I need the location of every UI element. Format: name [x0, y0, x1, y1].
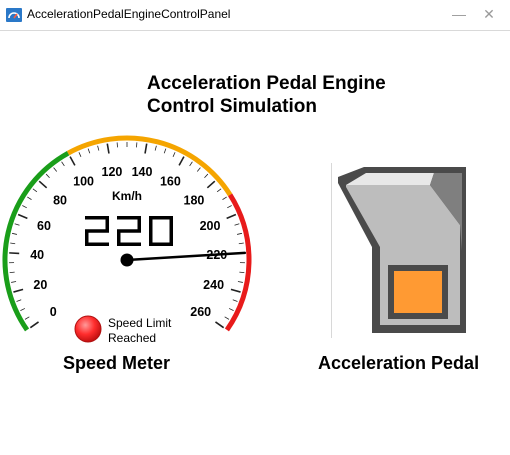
tick-label: 180	[184, 193, 205, 207]
minor-tick	[228, 308, 234, 311]
major-tick	[9, 252, 20, 255]
speed-limit-led	[74, 315, 102, 343]
minor-tick	[224, 316, 230, 320]
app-gauge-icon	[6, 8, 22, 22]
minor-tick	[16, 299, 22, 302]
major-tick	[17, 213, 28, 220]
tick-label: 80	[53, 193, 67, 207]
tick-label: 140	[132, 165, 153, 179]
readout-digit	[85, 216, 109, 246]
minor-tick	[10, 242, 16, 245]
minor-tick	[238, 242, 244, 245]
minor-tick	[9, 271, 15, 274]
major-tick	[38, 180, 48, 189]
major-tick	[206, 180, 216, 189]
page-title-line2: Control Simulation	[147, 96, 317, 117]
minor-tick	[154, 145, 157, 151]
minor-tick	[204, 173, 209, 178]
minor-tick	[14, 223, 20, 226]
minor-tick	[22, 205, 27, 209]
minor-tick	[216, 188, 222, 193]
major-tick	[215, 321, 225, 329]
needle-hub	[120, 253, 134, 267]
major-tick	[13, 288, 24, 293]
tick-label: 20	[33, 278, 47, 292]
page-title-line1: Acceleration Pedal Engine	[147, 73, 386, 94]
readout-digit	[149, 216, 173, 246]
minor-tick	[32, 188, 38, 193]
window-title: AccelerationPedalEngineControlPanel	[27, 7, 231, 21]
major-tick	[230, 288, 241, 293]
speed-unit-label: Km/h	[112, 189, 142, 203]
major-tick	[69, 156, 76, 166]
major-tick	[144, 143, 148, 154]
minor-tick	[11, 281, 17, 283]
speed-limit-indicator: Speed Limit Reached	[74, 315, 172, 345]
tick-label: 120	[102, 165, 123, 179]
minor-tick	[232, 299, 238, 302]
minor-tick	[20, 308, 26, 311]
minor-tick	[11, 232, 18, 235]
minor-tick	[45, 173, 50, 178]
speed-zone-arcs	[2, 135, 252, 332]
minor-tick	[24, 316, 30, 320]
major-tick	[226, 213, 237, 220]
speed-limit-label-line1: Speed Limit	[108, 316, 172, 330]
tick-label: 0	[50, 305, 57, 319]
minor-tick	[189, 161, 193, 167]
minor-tick	[163, 148, 167, 154]
page-title: Acceleration Pedal Engine Control Simula…	[147, 72, 386, 118]
acceleration-pedal-caption: Acceleration Pedal	[318, 353, 480, 373]
tick-label: 260	[190, 305, 211, 319]
speed-zone-arc	[224, 193, 252, 332]
digital-speed-readout	[85, 216, 173, 246]
minor-tick	[78, 152, 82, 157]
minor-tick	[27, 196, 32, 200]
major-tick	[106, 143, 110, 154]
minor-tick	[234, 223, 240, 226]
speedometer: 020406080100120140160180200220240260 Km/…	[2, 135, 252, 345]
close-button[interactable]: ✕	[474, 3, 504, 25]
panel-divider	[331, 163, 332, 338]
minor-tick	[239, 271, 245, 274]
minor-tick	[97, 145, 100, 151]
minor-tick	[87, 148, 91, 154]
minor-tick	[236, 232, 243, 235]
minor-tick	[53, 167, 58, 172]
pedal-button[interactable]	[394, 271, 442, 313]
minor-tick	[237, 281, 243, 283]
readout-digit	[117, 216, 141, 246]
minor-tick	[172, 152, 176, 157]
tick-label: 240	[203, 278, 224, 292]
tick-label: 40	[30, 248, 44, 262]
title-bar: AccelerationPedalEngineControlPanel — ✕	[0, 0, 510, 31]
tick-label: 200	[200, 219, 221, 233]
major-tick	[178, 156, 185, 166]
major-tick	[29, 321, 39, 329]
minor-tick	[222, 196, 227, 200]
tick-label: 100	[73, 175, 94, 189]
minor-tick	[61, 161, 65, 167]
tick-label: 60	[37, 219, 51, 233]
speed-meter-caption: Speed Meter	[63, 353, 171, 373]
minor-tick	[227, 205, 232, 209]
minimize-button[interactable]: —	[444, 3, 474, 25]
speed-zone-arc	[2, 150, 70, 332]
speed-tick-labels: 020406080100120140160180200220240260	[30, 165, 227, 319]
minor-tick	[196, 167, 201, 172]
tick-label: 160	[160, 175, 181, 189]
acceleration-pedal[interactable]	[336, 165, 466, 337]
speed-limit-label-line2: Reached	[108, 331, 156, 345]
